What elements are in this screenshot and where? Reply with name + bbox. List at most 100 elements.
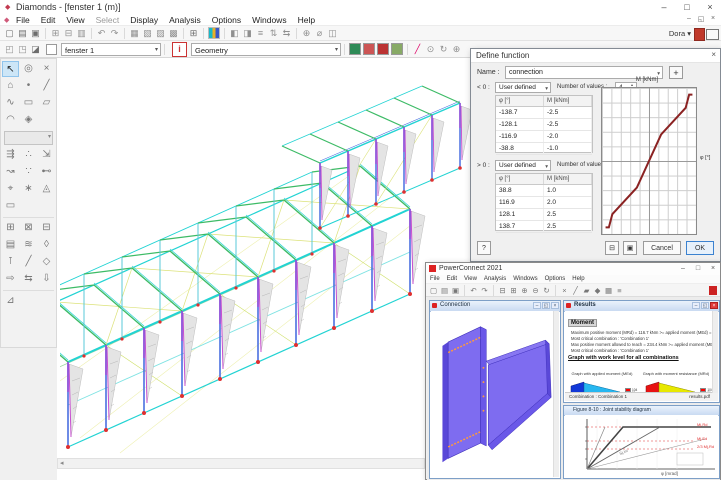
child-close-button[interactable]: ×	[707, 15, 719, 22]
window-lock-checkbox[interactable]	[46, 44, 57, 55]
positive-type-combobox[interactable]: User defined ▾	[495, 160, 551, 171]
display-right-icon[interactable]: ◨	[241, 27, 254, 40]
info-icon[interactable]: i	[172, 42, 187, 57]
close-button[interactable]: ×	[699, 0, 721, 14]
negative-type-combobox[interactable]: User defined ▾	[495, 82, 551, 93]
list-icon[interactable]: ≡	[254, 27, 267, 40]
pc-maximize-button[interactable]: □	[691, 263, 705, 274]
mesh-tool-2[interactable]: ⊠	[20, 220, 37, 236]
menu-file[interactable]: File	[16, 15, 30, 25]
viewer-scrollbar[interactable]	[553, 311, 559, 477]
page-setup-icon[interactable]: ▥	[75, 27, 88, 40]
undo-icon[interactable]: ↶	[95, 27, 108, 40]
ok-button[interactable]: OK	[686, 241, 714, 255]
red-grid-1-icon[interactable]	[363, 43, 375, 55]
maximize-button[interactable]: □	[676, 0, 698, 14]
redo-icon[interactable]: ↷	[108, 27, 121, 40]
mesh-tool-4[interactable]: ▤	[2, 237, 19, 253]
table-icon[interactable]: ⊞	[187, 27, 200, 40]
dialog-titlebar[interactable]: Define function	[471, 49, 720, 63]
results-chart-icon[interactable]	[208, 27, 220, 39]
mesh-tool-8[interactable]: ╱	[20, 254, 37, 270]
menu-analysis[interactable]: Analysis	[169, 15, 201, 25]
cancel-button[interactable]: Cancel	[643, 241, 681, 255]
grid-mode-3-icon[interactable]: ▨	[154, 27, 167, 40]
print-button[interactable]: ⊟	[605, 241, 619, 255]
info-tool[interactable]: ◎	[20, 61, 37, 77]
results-heading[interactable]: Moment	[568, 319, 597, 327]
pc-solid-view-icon[interactable]: ▰	[581, 285, 592, 296]
red-grid-2-icon[interactable]	[377, 43, 389, 55]
pc-undo-icon[interactable]: ↶	[468, 285, 479, 296]
mesh-tool-10[interactable]: ⇨	[2, 271, 19, 287]
save-file-icon[interactable]: ▣	[29, 27, 42, 40]
cell-moment[interactable]: 2.5	[544, 221, 592, 232]
mesh-tool-5[interactable]: ≋	[20, 237, 37, 253]
grid-mode-4-icon[interactable]: ▩	[167, 27, 180, 40]
pc-minimize-button[interactable]: –	[676, 263, 690, 274]
pc-bolt-icon[interactable]: ◆	[592, 285, 603, 296]
delete-tool[interactable]: ×	[38, 61, 55, 77]
pc-menu-help[interactable]: Help	[572, 276, 584, 282]
user-menu[interactable]: Dora ▾	[669, 29, 691, 38]
cell-angle[interactable]: 116.9	[496, 197, 544, 208]
menu-options[interactable]: Options	[212, 15, 241, 25]
pc-rotate-icon[interactable]: ↻	[541, 285, 552, 296]
load-case-icon[interactable]	[349, 43, 361, 55]
scroll-left-icon[interactable]: ◂	[60, 460, 64, 467]
cell-angle[interactable]: 138.7	[496, 221, 544, 232]
mode-combobox[interactable]: Geometry ▾	[191, 43, 341, 56]
edit-tool-5[interactable]: ∵	[20, 164, 37, 180]
diameter-icon[interactable]: ⌀	[313, 27, 326, 40]
brush-icon[interactable]: ╱	[411, 43, 424, 56]
pc-list-icon[interactable]: ≡	[614, 285, 625, 296]
edit-tool-3[interactable]: ⇲	[38, 147, 55, 163]
cell-moment[interactable]: -2.0	[544, 131, 592, 142]
cell-moment[interactable]: 2.0	[544, 197, 592, 208]
section-icon[interactable]: ◫	[326, 27, 339, 40]
edit-tool-6[interactable]: ⊷	[38, 164, 55, 180]
horizontal-scrollbar[interactable]: ◂	[57, 458, 425, 469]
child-restore-button[interactable]: ◱	[695, 15, 707, 23]
main-titlebar[interactable]: ◆ Diamonds - [fenster 1 (m)] – □ ×	[0, 0, 721, 15]
edit-tool-1[interactable]: ⇶	[2, 147, 19, 163]
dialog-close-icon[interactable]: ×	[711, 50, 716, 59]
mesh-tool-1[interactable]: ⊞	[2, 220, 19, 236]
pc-zoom-in-icon[interactable]: ⊕	[519, 285, 530, 296]
license-badge-icon[interactable]	[694, 28, 705, 41]
mesh-tool-6[interactable]: ◊	[38, 237, 55, 253]
plate-tool[interactable]: ▱	[38, 95, 55, 111]
print-preview-icon[interactable]: ⊞	[49, 27, 62, 40]
mesh-tool-11[interactable]: ⇆	[20, 271, 37, 287]
pc-grid-icon[interactable]: ▦	[603, 285, 614, 296]
cell-angle[interactable]: -128.1	[496, 119, 544, 130]
edit-tool-2[interactable]: ∴	[20, 147, 37, 163]
edit-tool-4[interactable]: ↝	[2, 164, 19, 180]
monitor-icon[interactable]	[706, 29, 719, 40]
viewer-minimize-button[interactable]: –	[533, 302, 541, 309]
viewer-restore-button[interactable]: ◱	[542, 302, 550, 309]
save-button[interactable]: ▣	[623, 241, 637, 255]
pc-draw-icon[interactable]: ╱	[570, 285, 581, 296]
pc-menu-edit[interactable]: Edit	[447, 276, 457, 282]
layers-icon[interactable]: ◪	[29, 43, 42, 56]
pc-redo-icon[interactable]: ↷	[479, 285, 490, 296]
results-body[interactable]: Moment Maximum positive moment (MRd) = 1…	[565, 311, 718, 401]
green-grid-icon[interactable]	[391, 43, 403, 55]
menu-select[interactable]: Select	[96, 15, 120, 25]
cell-moment[interactable]: -1.0	[544, 143, 592, 154]
new-file-icon[interactable]: ▢	[3, 27, 16, 40]
previous-window-icon[interactable]: ◰	[3, 43, 16, 56]
child-minimize-button[interactable]: –	[683, 15, 695, 22]
solid-tool[interactable]: ◈	[20, 112, 37, 128]
display-left-icon[interactable]: ◧	[228, 27, 241, 40]
cell-moment[interactable]: -2.5	[544, 119, 592, 130]
cell-moment[interactable]: 1.0	[544, 185, 592, 196]
mesh-tool-12[interactable]: ⇩	[38, 271, 55, 287]
help-button[interactable]: ?	[477, 241, 491, 255]
select-tool[interactable]: ↖	[2, 61, 19, 77]
pc-new-icon[interactable]: ▢	[428, 285, 439, 296]
cell-angle[interactable]: -38.8	[496, 143, 544, 154]
pc-close-button[interactable]: ×	[706, 263, 720, 274]
cell-angle[interactable]: 38.8	[496, 185, 544, 196]
